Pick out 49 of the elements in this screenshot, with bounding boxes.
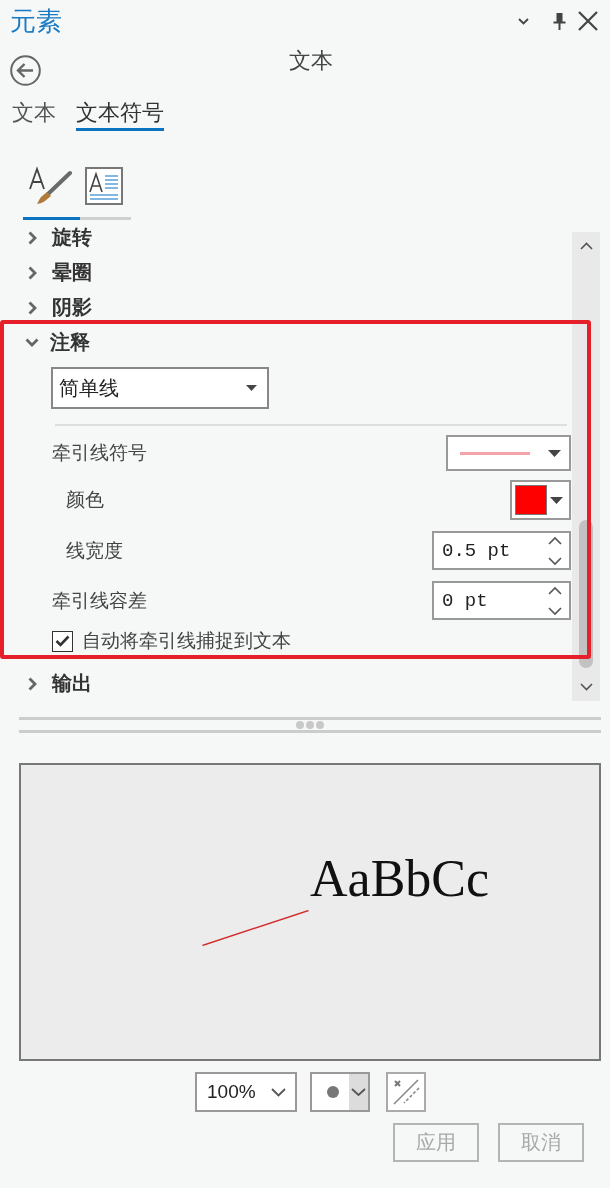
- field-label: 颜色: [66, 488, 104, 512]
- chevron-down-icon[interactable]: [518, 17, 529, 25]
- section-toggle[interactable]: 晕圈: [0, 255, 92, 290]
- sample-text: AaBbCc: [310, 853, 490, 905]
- chevron-right-icon: [28, 676, 37, 691]
- panel-title: 元素: [10, 5, 62, 38]
- symbol-dropdown[interactable]: [446, 435, 571, 471]
- up-down-chevron-icon: [547, 535, 563, 566]
- chevron-down-icon: [271, 1087, 286, 1097]
- tab[interactable]: 文本符号: [76, 100, 164, 131]
- grip-dots-icon: [296, 721, 324, 729]
- field-label: 牵引线符号: [52, 441, 147, 465]
- field-label: 牵引线容差: [52, 588, 147, 613]
- pane-title: 文本: [289, 48, 333, 74]
- section-toggle[interactable]: 输出: [0, 666, 92, 701]
- section-toggle[interactable]: 阴影: [0, 290, 92, 325]
- cross-diagonal-lines-icon: [392, 1078, 420, 1106]
- line-sample-icon: [460, 451, 530, 455]
- splitter-handle[interactable]: [19, 717, 601, 733]
- caret-down-icon: [246, 385, 257, 391]
- tab[interactable]: 文本: [12, 100, 56, 131]
- checkbox[interactable]: [52, 630, 73, 652]
- chevron-right-icon: [28, 230, 37, 245]
- caret-down-icon: [548, 449, 561, 457]
- color-dropdown[interactable]: [510, 480, 571, 520]
- scroll-down-icon[interactable]: [579, 683, 593, 691]
- scroll-up-icon[interactable]: [579, 242, 593, 250]
- section-toggle[interactable]: 注释: [0, 325, 90, 360]
- letter-brush-icon: [28, 165, 72, 205]
- field-label: 线宽度: [66, 538, 123, 563]
- close-icon[interactable]: [578, 11, 598, 31]
- marker-dropdown[interactable]: [310, 1072, 370, 1112]
- caret-down-icon: [550, 496, 563, 504]
- spin-field[interactable]: 0 pt: [432, 581, 571, 620]
- up-down-chevron-icon: [547, 585, 563, 616]
- back-icon[interactable]: [10, 55, 41, 86]
- checkbox-label: 自动将牵引线捕捉到文本: [82, 630, 291, 652]
- chevron-right-icon: [28, 265, 37, 280]
- text-frame-icon: [85, 167, 123, 205]
- style-dropdown[interactable]: 简单线: [51, 367, 269, 409]
- zoom-dropdown[interactable]: 100%: [195, 1072, 297, 1112]
- chevron-right-icon: [28, 300, 37, 315]
- spin-field[interactable]: 0.5 pt: [432, 531, 571, 570]
- pin-icon[interactable]: [553, 12, 566, 30]
- leader-toggle-button[interactable]: [386, 1072, 426, 1112]
- chevron-down-icon: [25, 338, 39, 347]
- dot-icon: [327, 1086, 339, 1098]
- checkmark-icon: [55, 635, 70, 647]
- section-toggle[interactable]: 旋转: [0, 220, 92, 255]
